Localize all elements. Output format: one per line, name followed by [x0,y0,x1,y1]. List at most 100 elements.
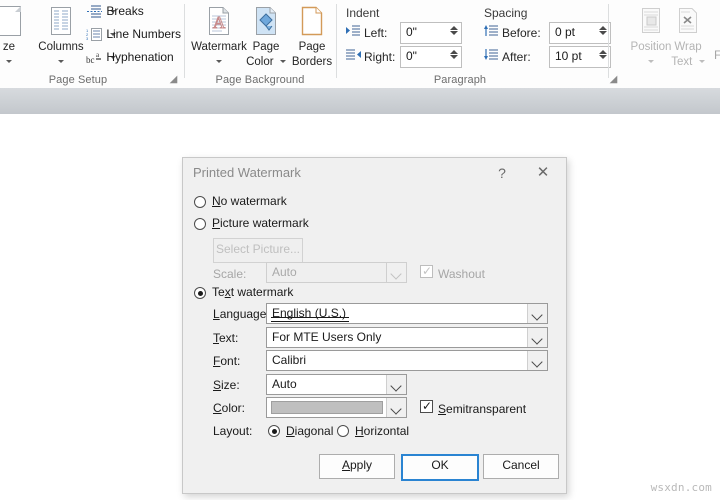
size-value: Auto [272,377,297,391]
ribbon-button-page-color[interactable]: Page Color [242,6,290,68]
site-watermark: wsxdn.com [651,481,712,494]
semitransparent-checkbox[interactable]: ✓ [420,400,433,413]
close-icon[interactable]: ✕ [528,158,558,188]
spacing-after-input[interactable]: 10 pt [549,46,611,68]
radio-text-watermark[interactable] [194,287,206,299]
chevron-down-icon [6,60,12,63]
color-swatch [271,401,383,414]
chevron-down-icon[interactable] [527,351,547,370]
scale-combo[interactable]: Auto [266,262,407,283]
ribbon-button-breaks-label: Breaks [106,4,143,18]
ribbon-separator [184,4,185,78]
ribbon-button-columns[interactable]: Columns [30,6,92,68]
ribbon-button-page-color-line2: Color [246,56,273,68]
spacing-after-label: After: [502,50,531,64]
ribbon-button-line-numbers-label: Line Numbers [106,27,181,41]
spacing-after-icon [484,49,499,62]
font-label: Font: [213,354,240,368]
spacing-before-stepper[interactable] [598,25,607,40]
washout-checkbox[interactable]: ✓ [420,265,433,278]
ribbon-group-label-paragraph: Paragraph [338,74,582,86]
ribbon-group-paragraph: Indent Spacing Left: 0" Right: 0" [338,0,602,88]
spacing-title: Spacing [484,6,527,20]
language-combo[interactable]: English (U.S.) [266,303,548,324]
chevron-down-icon [216,60,222,63]
ok-button[interactable]: OK [401,454,479,481]
radio-layout-horizontal-label: Horizontal [355,424,409,438]
watermark-text-value: For MTE Users Only [272,330,381,344]
radio-no-watermark-label: No watermark [212,194,287,208]
ribbon-button-hyphenation-label: Hyphenation [106,50,173,64]
chevron-down-icon [58,60,64,63]
text-label: Text: [213,331,238,345]
radio-layout-diagonal-label: Diagonal [286,424,333,438]
ribbon-button-hyphenation[interactable]: bc a Hyphenation [86,50,116,69]
indent-left-label: Left: [364,26,387,40]
language-label: Language: [213,307,270,321]
spacing-after-value: 10 pt [555,49,582,63]
radio-layout-diagonal[interactable] [268,425,280,437]
ribbon: ze [0,0,720,89]
scale-label: Scale: [213,267,246,281]
watermark-icon: A [188,6,250,39]
radio-no-watermark[interactable] [194,196,206,208]
ribbon-button-page-borders-line1: Page [288,41,336,54]
radio-picture-watermark[interactable] [194,218,206,230]
spacing-before-label: Before: [502,26,541,40]
document-ruler-band [0,88,720,115]
indent-left-value: 0" [406,25,417,39]
ribbon-group-page-setup: ze [0,0,184,88]
page-setup-dialog-launcher-icon[interactable]: ◢ [168,74,179,85]
ribbon-button-breaks[interactable]: Breaks [86,4,116,23]
cancel-button[interactable]: Cancel [483,454,559,479]
indent-left-input[interactable]: 0" [400,22,462,44]
color-combo[interactable] [266,397,407,418]
watermark-text-combo[interactable]: For MTE Users Only [266,327,548,348]
indent-left-stepper[interactable] [449,25,458,40]
size-label: Size: [213,378,240,392]
chevron-down-icon[interactable] [527,304,547,323]
select-picture-button[interactable]: Select Picture... [213,238,303,263]
indent-right-value: 0" [406,49,417,63]
wrap-text-icon [666,6,710,39]
apply-button[interactable]: Apply [319,454,395,479]
chevron-down-icon [648,60,654,63]
ribbon-button-bring-forward-label: F [714,48,720,62]
washout-label: Washout [438,267,485,281]
ribbon-button-columns-label: Columns [30,41,92,54]
spacing-before-input[interactable]: 0 pt [549,22,611,44]
spacing-before-value: 0 pt [555,25,575,39]
indent-right-input[interactable]: 0" [400,46,462,68]
ribbon-button-line-numbers[interactable]: 123 Line Numbers [86,27,116,46]
ribbon-button-wrap-text[interactable]: Wrap Text [666,6,710,68]
indent-right-stepper[interactable] [449,49,458,64]
font-combo[interactable]: Calibri [266,350,548,371]
line-numbers-icon: 123 [86,27,103,42]
semitransparent-label: Semitransparent [438,402,526,416]
chevron-down-icon[interactable] [386,263,406,282]
ribbon-button-page-borders-line2: Borders [288,56,336,69]
radio-text-watermark-label: Text watermark [212,285,293,299]
ribbon-button-watermark-label: Watermark [188,41,250,54]
spacing-before-icon [484,25,499,38]
ribbon-button-watermark[interactable]: A Watermark [188,6,250,68]
color-label: Color: [213,401,245,415]
ribbon-button-page-borders[interactable]: Page Borders [288,6,336,68]
spacing-after-stepper[interactable] [598,49,607,64]
chevron-down-icon [699,60,705,63]
page-color-icon [242,6,290,39]
indent-title: Indent [346,6,379,20]
hyphenation-icon: bc a [86,50,103,65]
font-value: Calibri [272,353,306,367]
dialog-body: No watermark Picture watermark Select Pi… [183,188,566,493]
chevron-down-icon[interactable] [527,328,547,347]
size-combo[interactable]: Auto [266,374,407,395]
dialog-title-bar[interactable]: Printed Watermark ? ✕ [183,158,566,188]
chevron-down-icon[interactable] [386,375,406,394]
radio-layout-horizontal[interactable] [337,425,349,437]
chevron-down-icon[interactable] [386,398,406,417]
ribbon-button-page-color-line1: Page [242,41,290,54]
ribbon-button-wrap-text-line2: Text [671,56,692,68]
help-icon[interactable]: ? [487,158,517,188]
svg-text:A: A [213,13,226,32]
